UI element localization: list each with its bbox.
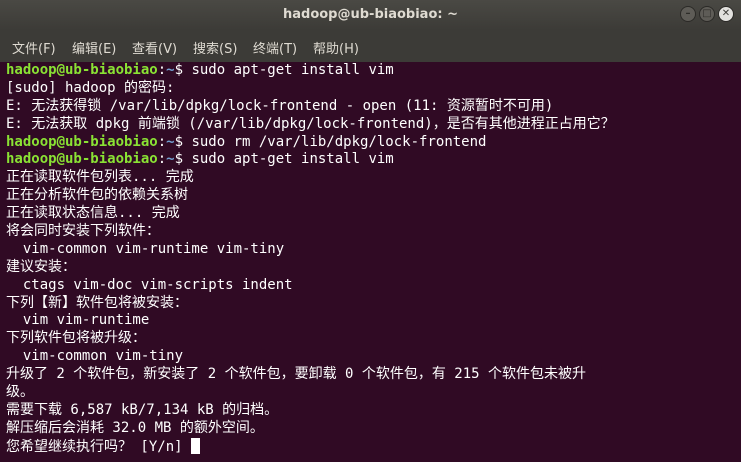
terminal-output-line: 正在分析软件包的依赖关系树 xyxy=(6,187,734,205)
window-title: hadoop@ub-biaobiao: ~ xyxy=(282,7,458,22)
prompt-user: hadoop@ub-biaobiao xyxy=(6,62,158,78)
prompt-separator: : xyxy=(157,62,167,78)
prompt-path: ~ xyxy=(166,62,175,78)
text-cursor[interactable] xyxy=(191,437,201,454)
terminal-output-line: 下列软件包将被升级： xyxy=(6,330,734,348)
output-text: ctags vim-doc vim-scripts indent xyxy=(6,276,293,293)
output-text: 建议安装： xyxy=(6,258,76,275)
menu-edit[interactable]: 编辑(E) xyxy=(72,38,116,57)
prompt-user: hadoop@ub-biaobiao xyxy=(6,151,158,168)
terminal-prompt-line: hadoop@ub-biaobiao:~$ sudo apt-get insta… xyxy=(6,62,734,80)
command-text: $ sudo apt-get install vim xyxy=(174,151,394,168)
terminal-prompt-line: hadoop@ub-biaobiao:~$ sudo apt-get insta… xyxy=(6,151,734,169)
output-text: vim-common vim-tiny xyxy=(6,348,184,365)
menu-view[interactable]: 查看(V) xyxy=(132,38,177,57)
prompt-separator: : xyxy=(157,151,167,168)
terminal-output-line: ctags vim-doc vim-scripts indent xyxy=(6,277,734,295)
menu-terminal[interactable]: 终端(T) xyxy=(253,38,297,57)
output-text: 下列【新】软件包将被安装： xyxy=(6,294,188,311)
output-text: vim vim-runtime xyxy=(6,312,150,329)
output-text: 正在读取状态信息... 完成 xyxy=(6,205,180,222)
confirm-prompt-text: 您希望继续执行吗？ [Y/n] xyxy=(6,438,192,455)
terminal-output-line: vim-common vim-runtime vim-tiny xyxy=(6,241,734,259)
maximize-icon[interactable]: □ xyxy=(699,6,715,22)
close-icon[interactable]: ✕ xyxy=(718,6,734,22)
terminal-output-line: 需要下载 6,587 kB/7,134 kB 的归档。 xyxy=(6,402,734,420)
command-text: $ sudo rm /var/lib/dpkg/lock-frontend xyxy=(174,133,487,150)
prompt-separator: : xyxy=(157,133,167,150)
terminal-output[interactable]: hadoop@ub-biaobiao:~$ sudo apt-get insta… xyxy=(6,62,734,462)
prompt-path: ~ xyxy=(166,133,175,150)
terminal-output-line: 级。 xyxy=(6,384,734,402)
title-bar[interactable]: hadoop@ub-biaobiao: ~ – □ ✕ xyxy=(0,0,741,30)
terminal-output-line: 正在读取软件包列表... 完成 xyxy=(6,169,734,187)
output-text: 正在分析软件包的依赖关系树 xyxy=(6,187,188,204)
terminal-output-line: [sudo] hadoop 的密码: xyxy=(6,80,734,98)
prompt-path: ~ xyxy=(166,151,175,168)
terminal-output-line: 建议安装： xyxy=(6,259,734,277)
output-text: 解压缩后会消耗 32.0 MB 的额外空间。 xyxy=(6,419,264,436)
terminal-output-line: 正在读取状态信息... 完成 xyxy=(6,205,734,223)
output-text: 级。 xyxy=(6,384,34,401)
terminal-output-line: 解压缩后会消耗 32.0 MB 的额外空间。 xyxy=(6,420,734,438)
output-text: E: 无法获得锁 /var/lib/dpkg/lock-frontend - o… xyxy=(6,97,554,114)
output-text: 需要下载 6,587 kB/7,134 kB 的归档。 xyxy=(6,401,279,418)
terminal-output-line: E: 无法获得锁 /var/lib/dpkg/lock-frontend - o… xyxy=(6,98,734,116)
terminal-prompt-line: hadoop@ub-biaobiao:~$ sudo rm /var/lib/d… xyxy=(6,134,734,152)
terminal-output-line: vim vim-runtime xyxy=(6,312,734,330)
terminal-output-line: 将会同时安装下列软件： xyxy=(6,223,734,241)
output-text: 下列软件包将被升级： xyxy=(6,330,146,347)
output-text: E: 无法获取 dpkg 前端锁 (/var/lib/dpkg/lock-fro… xyxy=(6,115,615,132)
output-text: 升级了 2 个软件包，新安装了 2 个软件包，要卸载 0 个软件包，有 215 … xyxy=(6,366,586,383)
terminal-output-line: 下列【新】软件包将被安装： xyxy=(6,295,734,313)
terminal-window: hadoop@ub-biaobiao: ~ – □ ✕ 文件(F) 编辑(E) … xyxy=(0,0,741,462)
output-text: [sudo] hadoop 的密码: xyxy=(6,79,175,96)
terminal-output-line: E: 无法获取 dpkg 前端锁 (/var/lib/dpkg/lock-fro… xyxy=(6,116,734,134)
terminal-input-line: 您希望继续执行吗？ [Y/n] xyxy=(6,437,734,456)
menu-search[interactable]: 搜索(S) xyxy=(193,38,237,57)
command-text: $ sudo apt-get install vim xyxy=(174,62,394,78)
output-text: 将会同时安装下列软件： xyxy=(6,223,160,240)
menu-bar: 文件(F) 编辑(E) 查看(V) 搜索(S) 终端(T) 帮助(H) xyxy=(0,30,741,62)
menu-file[interactable]: 文件(F) xyxy=(12,38,56,57)
prompt-user: hadoop@ub-biaobiao xyxy=(6,133,158,150)
menu-help[interactable]: 帮助(H) xyxy=(313,38,359,57)
output-text: 正在读取软件包列表... 完成 xyxy=(6,169,194,186)
output-text: vim-common vim-runtime vim-tiny xyxy=(6,240,285,257)
terminal-output-line: 升级了 2 个软件包，新安装了 2 个软件包，要卸载 0 个软件包，有 215 … xyxy=(6,366,734,384)
minimize-icon[interactable]: – xyxy=(680,6,696,22)
terminal-output-line: vim-common vim-tiny xyxy=(6,348,734,366)
